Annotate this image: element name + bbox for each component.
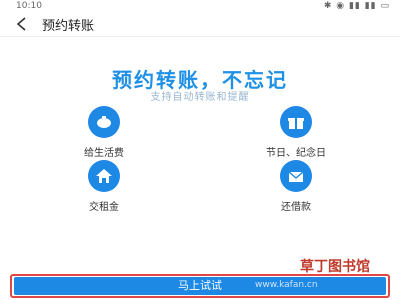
status-bar: 10:10 ✱ ◉ ▮▮ ▮▮ ▭ xyxy=(0,0,400,12)
envelope-icon xyxy=(280,160,312,192)
piggy-bank-icon xyxy=(88,106,120,138)
option-living-expenses[interactable]: 给生活费 xyxy=(44,106,164,162)
gift-icon xyxy=(280,106,312,138)
option-label: 节日、纪念日 xyxy=(266,148,326,159)
page-title: 预约转账 xyxy=(42,19,95,34)
status-time: 10:10 xyxy=(16,1,42,11)
hero-subtitle: 支持自动转账和提醒 xyxy=(150,92,250,103)
nav-bar: 预约转账 xyxy=(0,12,400,37)
option-label: 给生活费 xyxy=(84,148,124,159)
try-now-button[interactable]: 马上试试 xyxy=(14,277,386,295)
option-label: 还借款 xyxy=(281,202,311,213)
site-watermark: 草丁图书馆 xyxy=(300,259,370,275)
status-icons: ✱ ◉ ▮▮ ▮▮ ▭ xyxy=(323,1,390,11)
option-pay-rent[interactable]: 交租金 xyxy=(44,160,164,216)
option-holiday-anniversary[interactable]: 节日、纪念日 xyxy=(236,106,356,162)
back-icon[interactable] xyxy=(14,16,30,32)
cta-watermark: www.kafan.cn xyxy=(255,280,318,290)
option-repay-loan[interactable]: 还借款 xyxy=(236,160,356,216)
house-icon xyxy=(88,160,120,192)
option-label: 交租金 xyxy=(89,202,119,213)
